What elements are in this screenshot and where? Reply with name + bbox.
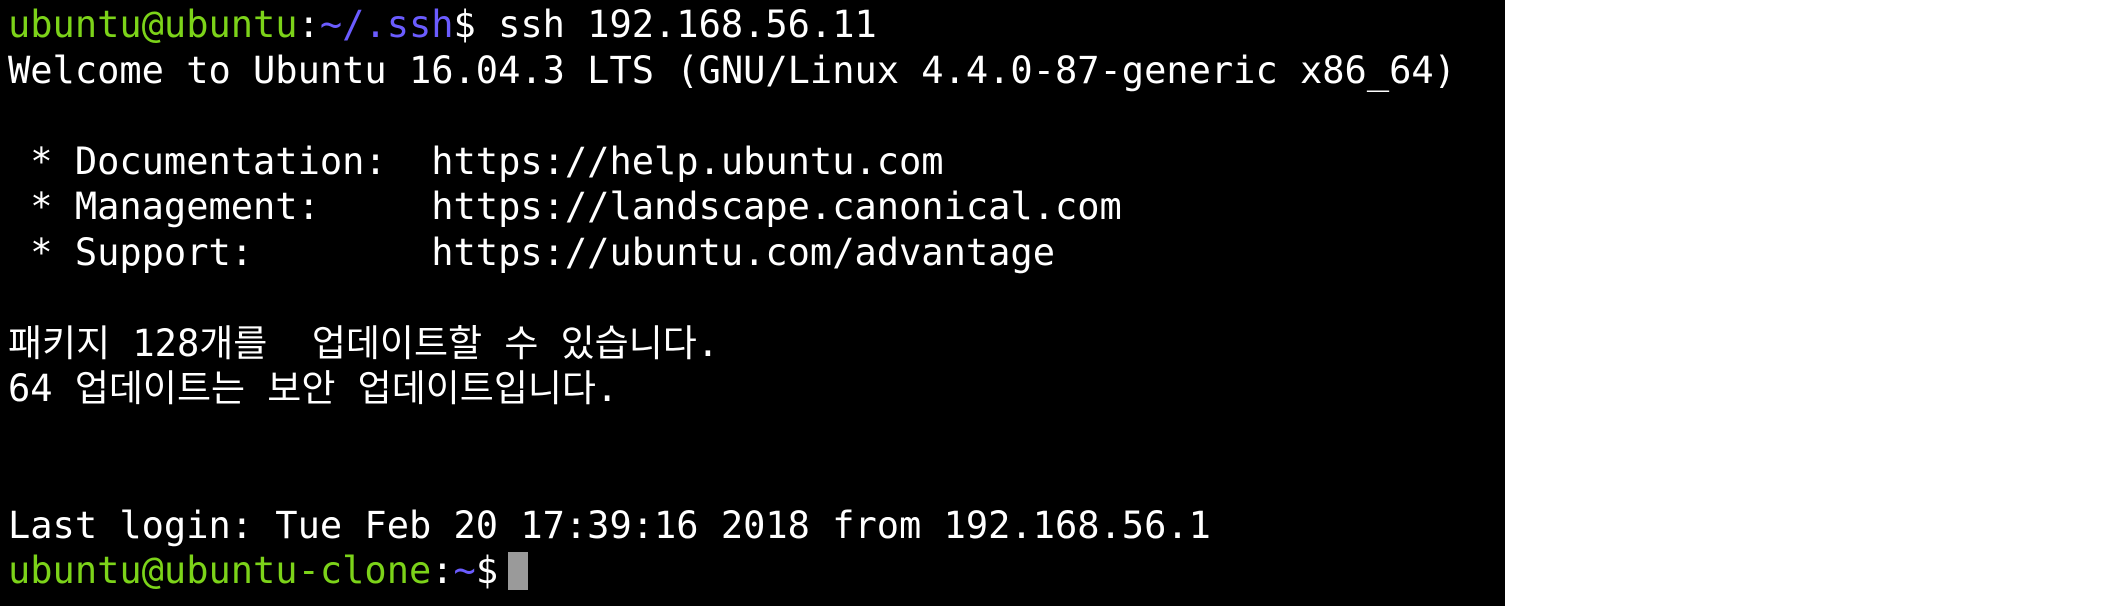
welcome-message: Welcome to Ubuntu 16.04.3 LTS (GNU/Linux… bbox=[8, 48, 1456, 92]
prompt-user-host: ubuntu@ubuntu-clone bbox=[8, 549, 432, 592]
support-link-line: * Support: https://ubuntu.com/advantage bbox=[8, 230, 1055, 274]
prompt-path: ~/.ssh bbox=[319, 3, 454, 46]
security-update-line: 64 업데이트는 보안 업데이트입니다. bbox=[8, 367, 619, 410]
management-link-line: * Management: https://landscape.canonica… bbox=[8, 185, 1122, 228]
documentation-link-line: * Documentation: https://help.ubuntu.com bbox=[8, 139, 944, 183]
prompt-path: ~ bbox=[453, 549, 476, 592]
prompt-symbol: $ bbox=[475, 549, 499, 592]
prompt-colon: : bbox=[297, 3, 320, 46]
ssh-command: ssh 192.168.56.11 bbox=[475, 3, 877, 46]
packages-update-line: 패키지 128개를 업데이트할 수 있습니다. bbox=[8, 321, 720, 365]
prompt-user-host: ubuntu@ubuntu bbox=[8, 3, 298, 46]
terminal-window[interactable]: ubuntu@ubuntu:~/.ssh$ ssh 192.168.56.11 … bbox=[0, 0, 1505, 606]
prompt-line-current[interactable]: ubuntu@ubuntu-clone:~$ bbox=[8, 548, 1505, 594]
last-login-line: Last login: Tue Feb 20 17:39:16 2018 fro… bbox=[8, 503, 1211, 547]
blank-background bbox=[1505, 0, 2109, 606]
prompt-line-ssh: ubuntu@ubuntu:~/.ssh$ ssh 192.168.56.11 bbox=[8, 2, 1505, 48]
text-cursor bbox=[508, 552, 529, 590]
prompt-colon: : bbox=[431, 549, 454, 592]
prompt-symbol: $ bbox=[453, 3, 476, 46]
